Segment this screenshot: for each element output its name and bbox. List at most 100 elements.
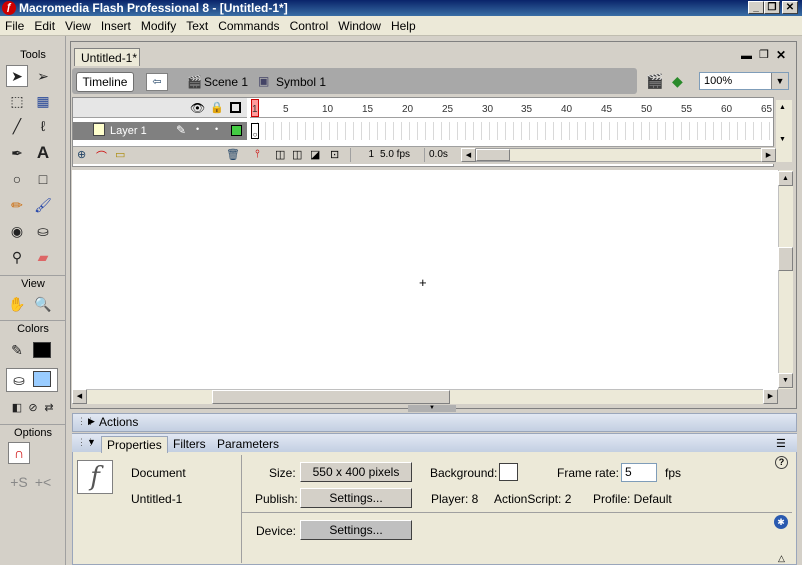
frame-row[interactable]: [250, 122, 773, 140]
device-settings-button[interactable]: Settings...: [300, 520, 412, 540]
stage-scroll-left-icon[interactable]: ◀: [72, 389, 87, 404]
free-transform-tool-icon[interactable]: ⬚: [6, 90, 28, 112]
menu-modify[interactable]: Modify: [136, 19, 181, 33]
lock-dot[interactable]: •: [215, 124, 218, 134]
menu-control[interactable]: Control: [285, 19, 334, 33]
menu-edit[interactable]: Edit: [29, 19, 60, 33]
layer-outline-color[interactable]: [231, 125, 242, 136]
center-frame-icon[interactable]: ⫯: [255, 148, 260, 161]
zoom-tool-icon[interactable]: 🔍: [32, 293, 54, 315]
edit-scene-icon[interactable]: 🎬: [646, 73, 663, 90]
collapse-arrow-icon[interactable]: ▼: [87, 437, 96, 447]
pencil-tool-icon[interactable]: ✏: [6, 194, 28, 216]
doc-minimize-button[interactable]: ▬: [741, 50, 752, 62]
menu-text[interactable]: Text: [181, 19, 213, 33]
selection-tool-icon[interactable]: ➤: [6, 65, 28, 87]
timeline-scroll-thumb[interactable]: [476, 149, 510, 161]
straighten-icon[interactable]: +<: [32, 471, 54, 493]
eyedropper-tool-icon[interactable]: ⚲: [6, 246, 28, 268]
onion-skin-outlines-icon[interactable]: ◫: [292, 148, 302, 161]
expand-arrow-icon[interactable]: ▶: [88, 416, 95, 427]
menu-help[interactable]: Help: [386, 19, 421, 33]
help-icon[interactable]: ?: [775, 456, 788, 469]
modify-onion-markers-icon[interactable]: ⊡: [330, 148, 339, 161]
layer-name[interactable]: Layer 1: [110, 125, 147, 137]
tab-parameters[interactable]: Parameters: [212, 436, 284, 452]
edit-multiple-frames-icon[interactable]: ◪: [310, 148, 320, 161]
restore-button[interactable]: ❐: [764, 1, 780, 14]
brush-tool-icon[interactable]: 🖌: [32, 194, 54, 216]
snap-to-objects-icon[interactable]: ∩: [8, 442, 30, 464]
oval-tool-icon[interactable]: ○: [6, 168, 28, 190]
breadcrumb-scene[interactable]: Scene 1: [204, 75, 248, 89]
frame-number: 65: [761, 104, 773, 115]
hand-tool-icon[interactable]: ✋: [6, 293, 28, 315]
add-motion-guide-icon[interactable]: ⌒: [96, 148, 107, 164]
visible-dot[interactable]: •: [196, 124, 199, 134]
menu-commands[interactable]: Commands: [213, 19, 284, 33]
gradient-transform-tool-icon[interactable]: ▦: [32, 90, 54, 112]
frame-number: 5: [283, 104, 289, 115]
ink-bottle-tool-icon[interactable]: ◉: [6, 220, 28, 242]
text-tool-icon[interactable]: A: [32, 142, 54, 164]
menu-window[interactable]: Window: [333, 19, 386, 33]
swap-colors-icon[interactable]: ⇄: [38, 396, 60, 418]
doc-restore-button[interactable]: ❐: [759, 48, 769, 61]
rectangle-tool-icon[interactable]: □: [32, 168, 54, 190]
menu-file[interactable]: File: [0, 19, 29, 33]
close-button[interactable]: ✕: [782, 1, 798, 14]
paint-bucket-tool-icon[interactable]: ⛀: [32, 220, 54, 242]
stage-scroll-right-icon[interactable]: ▶: [763, 389, 778, 404]
document-size-button[interactable]: 550 x 400 pixels: [300, 462, 412, 482]
insert-layer-icon[interactable]: ⊕: [77, 148, 86, 161]
line-tool-icon[interactable]: ╱: [6, 115, 28, 137]
doc-close-button[interactable]: ✕: [776, 48, 786, 62]
scroll-right-icon[interactable]: ▶: [761, 148, 776, 162]
insert-folder-icon[interactable]: ▭: [115, 148, 125, 161]
stage-vscroll[interactable]: [778, 170, 793, 389]
scroll-down-icon[interactable]: ▼: [779, 136, 786, 143]
edit-symbols-icon[interactable]: ◆: [672, 73, 683, 90]
subselection-tool-icon[interactable]: ➢: [32, 65, 54, 87]
scroll-up-icon[interactable]: ▲: [779, 104, 786, 111]
frame-number: 55: [681, 104, 693, 115]
actions-panel-header[interactable]: Actions: [72, 413, 797, 432]
collapse-panels-handle[interactable]: ▼: [408, 405, 456, 412]
breadcrumb-symbol[interactable]: Symbol 1: [276, 75, 326, 89]
expand-panel-icon[interactable]: △: [778, 553, 785, 564]
stage-scroll-down-icon[interactable]: ▼: [778, 373, 793, 388]
stage-hscroll-thumb[interactable]: [212, 390, 450, 404]
timeline-toggle-button[interactable]: Timeline: [76, 72, 134, 92]
stage-vscroll-thumb[interactable]: [778, 247, 793, 271]
menu-insert[interactable]: Insert: [96, 19, 136, 33]
tab-properties[interactable]: Properties: [101, 436, 168, 453]
pen-tool-icon[interactable]: ✒: [6, 142, 28, 164]
document-tab[interactable]: Untitled-1*: [74, 48, 140, 66]
accessibility-icon[interactable]: ✱: [774, 515, 788, 529]
colors-label: Colors: [0, 320, 66, 335]
publish-label: Publish:: [255, 492, 298, 506]
stage-scroll-up-icon[interactable]: ▲: [778, 171, 793, 186]
outline-icon[interactable]: [230, 102, 241, 113]
lock-icon[interactable]: 🔒: [210, 101, 224, 114]
onion-skin-icon[interactable]: ◫: [275, 148, 285, 161]
publish-settings-button[interactable]: Settings...: [300, 488, 412, 508]
lasso-tool-icon[interactable]: ℓ: [32, 115, 54, 137]
stroke-color-swatch[interactable]: [33, 342, 51, 358]
minimize-button[interactable]: _: [748, 1, 764, 14]
smooth-icon[interactable]: +S: [8, 471, 30, 493]
tab-filters[interactable]: Filters: [168, 436, 211, 452]
scroll-left-icon[interactable]: ◀: [461, 148, 476, 162]
background-color-swatch[interactable]: [499, 463, 518, 481]
menu-view[interactable]: View: [60, 19, 96, 33]
eye-icon[interactable]: 👁: [190, 101, 205, 115]
frame-rate-input[interactable]: 5: [621, 463, 657, 482]
fill-color-swatch[interactable]: [33, 371, 51, 387]
eraser-tool-icon[interactable]: ▰: [32, 246, 54, 268]
delete-layer-icon[interactable]: 🗑: [226, 148, 240, 161]
frame-number: 20: [402, 104, 414, 115]
panel-options-menu-icon[interactable]: ☰: [776, 437, 786, 450]
keyframe[interactable]: ○: [251, 123, 259, 139]
chevron-down-icon[interactable]: ▼: [771, 73, 788, 89]
back-arrow-icon[interactable]: ⇦: [146, 73, 168, 91]
